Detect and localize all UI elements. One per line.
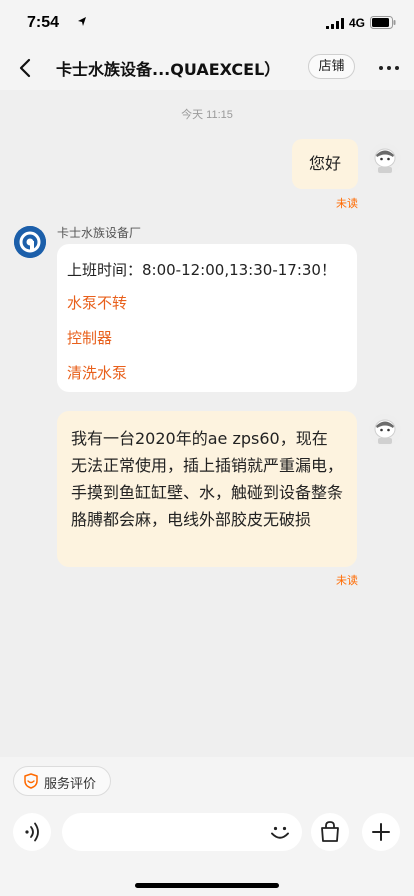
bottom-toolbar: 服务评价 <box>0 757 414 896</box>
voice-icon <box>25 822 39 842</box>
message-bubble-self[interactable]: 您好 <box>292 139 358 189</box>
user-avatar[interactable] <box>369 143 401 175</box>
nav-bar: 卡士水族设备...QUAEXCEL） 店铺 <box>0 46 414 90</box>
plus-icon <box>372 823 390 841</box>
signal-icon <box>326 18 344 29</box>
unread-status: 未读 <box>336 574 358 587</box>
service-rating-icon <box>23 773 39 789</box>
business-hours: 上班时间：8:00-12:00,13:30-17:30！ <box>67 261 336 279</box>
more-button[interactable] <box>377 56 401 80</box>
message-text: 我有一台2020年的ae zps60，现在无法正常使用，插上插销就严重漏电，手摸… <box>71 429 344 529</box>
more-dots-icon <box>379 66 399 70</box>
home-indicator <box>135 883 279 888</box>
status-bar: 7:54 4G <box>0 0 414 46</box>
message-input[interactable] <box>62 813 302 851</box>
voice-input-button[interactable] <box>13 813 51 851</box>
chat-timestamp: 今天 11:15 <box>181 109 233 121</box>
shop-avatar[interactable] <box>14 226 46 258</box>
quick-question-link[interactable]: 水泵不转 <box>67 292 127 313</box>
back-button[interactable] <box>14 56 38 80</box>
emoji-button[interactable] <box>267 819 293 845</box>
page-title: 卡士水族设备...QUAEXCEL） <box>56 60 281 79</box>
user-avatar-icon <box>369 143 401 175</box>
shopping-bag-icon <box>321 821 339 842</box>
more-actions-button[interactable] <box>362 813 400 851</box>
user-avatar-icon <box>369 414 401 446</box>
user-avatar[interactable] <box>369 414 401 446</box>
status-time: 7:54 <box>27 14 60 31</box>
message-text: 您好 <box>308 154 341 173</box>
smiley-icon <box>271 826 289 839</box>
battery-icon <box>370 16 396 29</box>
shop-logo-icon <box>14 226 46 258</box>
shopping-bag-button[interactable] <box>311 813 349 851</box>
location-arrow-icon <box>77 16 87 27</box>
service-rating-button[interactable]: 服务评价 <box>13 766 111 796</box>
network-label: 4G <box>349 16 366 30</box>
service-rating-label: 服务评价 <box>44 777 97 792</box>
unread-status: 未读 <box>336 197 358 210</box>
quick-question-link[interactable]: 控制器 <box>67 327 112 348</box>
store-button[interactable]: 店铺 <box>308 54 355 79</box>
chevron-left-icon <box>19 58 31 78</box>
quick-question-link[interactable]: 清洗水泵 <box>67 362 127 383</box>
shop-name: 卡士水族设备厂 <box>57 226 142 240</box>
message-bubble-self[interactable]: 我有一台2020年的ae zps60，现在无法正常使用，插上插销就严重漏电，手摸… <box>57 411 357 567</box>
shop-message-card: 上班时间：8:00-12:00,13:30-17:30！ 水泵不转 控制器 清洗… <box>57 244 357 392</box>
